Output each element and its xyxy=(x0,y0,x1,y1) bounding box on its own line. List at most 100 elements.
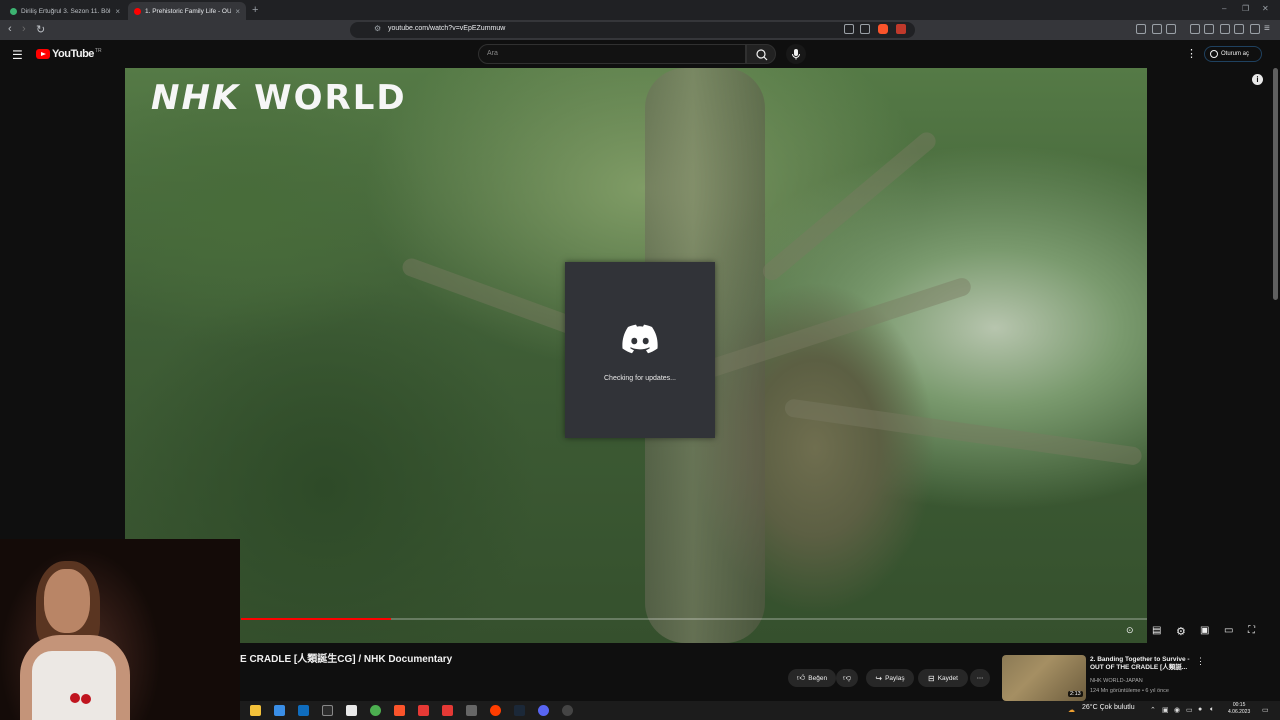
install-app-icon[interactable] xyxy=(844,24,854,34)
save-button[interactable]: ⊟ Kaydet xyxy=(918,669,968,687)
youtube-header: ☰ YouTube TR Ara ⋮ Oturum aç xyxy=(0,40,1280,68)
webcam-figure-head xyxy=(44,569,90,633)
voice-search-button[interactable] xyxy=(786,44,806,64)
theater-mode-icon[interactable]: ▭ xyxy=(1224,625,1233,636)
tray-app-icon[interactable]: ◉ xyxy=(1174,706,1180,714)
reading-list-icon[interactable] xyxy=(1190,24,1200,34)
window-app-icon[interactable] xyxy=(466,705,477,716)
reload-icon[interactable]: ↻ xyxy=(36,23,45,36)
chrome-icon[interactable] xyxy=(370,705,381,716)
window-close-icon[interactable]: ✕ xyxy=(1262,4,1269,13)
microphone-tray-icon[interactable]: ● xyxy=(1198,706,1202,713)
steam-icon[interactable] xyxy=(514,705,525,716)
video-title: E CRADLE [人類誕生CG] / NHK Documentary xyxy=(240,654,453,665)
autoplay-toggle-icon[interactable]: ⊙ xyxy=(1126,625,1134,636)
wallet-icon[interactable] xyxy=(1166,24,1176,34)
thumbs-down-icon: 👎︎ xyxy=(842,673,852,682)
outlook-icon[interactable] xyxy=(298,705,309,716)
opera-icon[interactable] xyxy=(490,705,501,716)
recommendation-title[interactable]: 2. Banding Together to Survive - OUT OF … xyxy=(1090,656,1194,672)
downloads-icon[interactable] xyxy=(1234,24,1244,34)
clock-date: 4.06.2023 xyxy=(1228,709,1251,715)
plus-icon[interactable]: + xyxy=(252,4,258,16)
logo-region: TR xyxy=(94,48,102,54)
recommendation-menu-icon[interactable]: ⋮ xyxy=(1196,656,1205,667)
clock-time: 00:15 xyxy=(1232,702,1246,708)
file-explorer-icon[interactable] xyxy=(250,705,261,716)
brave-shield-icon[interactable] xyxy=(878,24,888,34)
forward-icon[interactable]: › xyxy=(22,23,26,35)
address-bar[interactable]: ⚙ youtube.com/watch?v=vEpEZummuw xyxy=(350,22,915,38)
guide-menu-icon[interactable]: ☰ xyxy=(12,48,23,62)
hamburger-menu-icon[interactable]: ≡ xyxy=(1264,23,1270,34)
subtitles-icon[interactable]: ▤ xyxy=(1152,625,1161,636)
notifications-icon[interactable]: ▭ xyxy=(1262,706,1269,714)
taskbar-clock[interactable]: 00:15 4.06.2023 xyxy=(1228,702,1250,716)
discord-updater-window: Checking for updates... xyxy=(565,262,715,438)
store-icon[interactable] xyxy=(274,705,285,716)
microphone-icon xyxy=(792,49,800,60)
tab-active[interactable]: 1. Prehistoric Family Life - OUT O... × xyxy=(128,2,246,20)
close-icon[interactable]: × xyxy=(235,7,240,16)
extensions-icon[interactable] xyxy=(1152,24,1162,34)
recommendation-meta: 124 Mn görüntüleme • 6 yıl önce xyxy=(1090,688,1169,694)
share-icon: ↪ xyxy=(875,673,883,683)
tab-search-icon[interactable] xyxy=(1204,24,1214,34)
update-status-text: Checking for updates... xyxy=(604,375,676,382)
share-button[interactable]: ↪ Paylaş xyxy=(866,669,914,687)
back-icon[interactable]: ‹ xyxy=(8,23,12,35)
site-info-icon[interactable]: ⚙ xyxy=(374,24,381,33)
youtube-logo[interactable]: YouTube TR xyxy=(36,48,102,60)
tray-app-icon[interactable]: ▣ xyxy=(1162,706,1169,714)
network-icon[interactable]: ▭ xyxy=(1186,706,1193,714)
like-button[interactable]: 👍︎ Beğen xyxy=(788,669,836,687)
notepad-icon[interactable] xyxy=(346,705,357,716)
fullscreen-icon[interactable]: ⛶ xyxy=(1248,625,1255,636)
tab-favicon-icon xyxy=(134,7,141,15)
recommendation-channel[interactable]: NHK WORLD-JAPAN xyxy=(1090,678,1143,684)
obs-icon[interactable] xyxy=(562,705,573,716)
browser-toolbar: ‹ › ↻ ⊓ ⚙ youtube.com/watch?v=vEpEZummuw… xyxy=(0,20,1280,40)
brave-icon[interactable] xyxy=(394,705,405,716)
more-horizontal-icon: ⋯ xyxy=(976,675,984,682)
video-frame-branch xyxy=(759,128,940,284)
browser-tab-strip: Diriliş Ertuğrul 3. Sezon 11. Bölüm Türk… xyxy=(0,0,1280,20)
more-actions-button[interactable]: ⋯ xyxy=(970,669,990,687)
dislike-button[interactable]: 👎︎ xyxy=(836,669,858,687)
app-icon[interactable] xyxy=(322,705,333,716)
share-page-icon[interactable] xyxy=(860,24,870,34)
discord-taskbar-icon[interactable] xyxy=(538,705,549,716)
watermark-nhk: NHK xyxy=(151,78,241,118)
tray-overflow-icon[interactable]: ⌃ xyxy=(1150,706,1156,714)
search-placeholder: Ara xyxy=(487,50,498,57)
search-input[interactable]: Ara xyxy=(478,44,746,64)
webcam-overlay xyxy=(0,539,240,720)
youtube-play-icon xyxy=(36,49,50,59)
page-scrollbar[interactable] xyxy=(1273,68,1278,300)
discord-logo-icon xyxy=(622,324,658,354)
gear-icon[interactable]: ⚙ xyxy=(1176,625,1186,638)
vpn-icon[interactable] xyxy=(1250,24,1260,34)
miniplayer-icon[interactable]: ▣ xyxy=(1200,625,1209,636)
search-button[interactable] xyxy=(746,44,776,64)
weather-icon: ☁ xyxy=(1068,707,1075,714)
info-icon[interactable]: i xyxy=(1252,74,1263,85)
video-frame-branch xyxy=(783,398,1143,467)
sign-in-button[interactable]: Oturum aç xyxy=(1204,46,1262,62)
sign-in-label: Oturum aç xyxy=(1221,51,1250,57)
bookmarks-icon[interactable] xyxy=(1220,24,1230,34)
video-progress-bar[interactable] xyxy=(241,618,1147,620)
tab-favicon-icon xyxy=(10,7,17,15)
restore-icon[interactable]: ❐ xyxy=(1242,4,1249,13)
weather-text[interactable]: 26°C Çok bulutlu xyxy=(1082,704,1135,711)
rewards-icon[interactable] xyxy=(896,24,906,34)
close-icon[interactable]: × xyxy=(115,7,120,16)
minimize-icon[interactable]: – xyxy=(1222,4,1226,13)
sidebar-icon[interactable] xyxy=(1136,24,1146,34)
settings-more-icon[interactable]: ⋮ xyxy=(1186,47,1197,60)
cherry-print xyxy=(70,693,80,703)
red-app-icon[interactable] xyxy=(418,705,429,716)
volume-icon[interactable]: 🔈︎ xyxy=(1210,706,1214,714)
vivaldi-icon[interactable] xyxy=(442,705,453,716)
tab-inactive[interactable]: Diriliş Ertuğrul 3. Sezon 11. Bölüm Türk… xyxy=(4,2,126,20)
